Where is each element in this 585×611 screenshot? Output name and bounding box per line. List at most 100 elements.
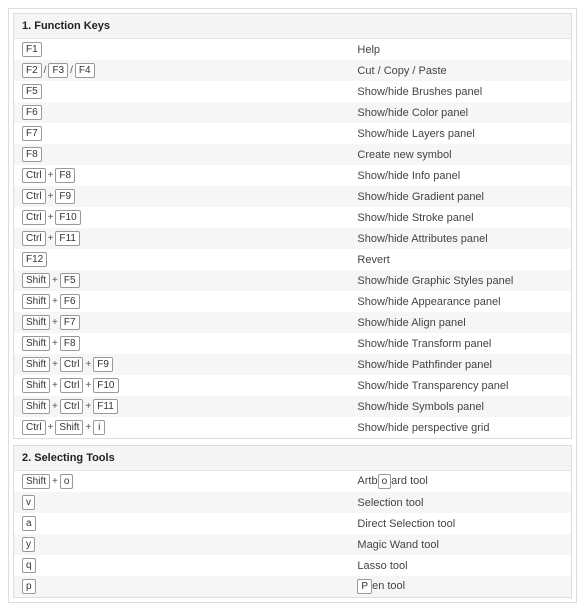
shortcut-row: Ctrl+F10Show/hide Stroke panel	[14, 207, 571, 228]
shortcut-keys: F5	[22, 84, 357, 99]
key-ctrl: Ctrl	[22, 168, 46, 183]
key-join: +	[85, 401, 91, 412]
shortcut-keys: F1	[22, 42, 357, 57]
shortcut-keys: F2/F3/F4	[22, 63, 357, 78]
key-ctrl: Ctrl	[22, 210, 46, 225]
key-f3: F3	[48, 63, 68, 78]
shortcut-description: Cut / Copy / Paste	[357, 65, 563, 77]
shortcut-keys: Ctrl+F11	[22, 231, 357, 246]
shortcut-description: Show/hide Brushes panel	[357, 86, 563, 98]
shortcut-row: Ctrl+F8Show/hide Info panel	[14, 165, 571, 186]
key-ctrl: Ctrl	[22, 231, 46, 246]
shortcut-keys: Shift+F6	[22, 294, 357, 309]
shortcut-row: F5 Show/hide Brushes panel	[14, 81, 571, 102]
key-shift: Shift	[22, 399, 50, 414]
shortcut-row: F6 Show/hide Color panel	[14, 102, 571, 123]
key-p: p	[22, 579, 36, 594]
key-f5: F5	[60, 273, 80, 288]
key-f2: F2	[22, 63, 42, 78]
key-v: v	[22, 495, 35, 510]
key-f12: F12	[22, 252, 47, 267]
key-shift: Shift	[55, 420, 83, 435]
shortcut-keys: F12	[22, 252, 357, 267]
shortcut-row: Shift+F5Show/hide Graphic Styles panel	[14, 270, 571, 291]
section: 1. Function KeysF1HelpF2/F3/F4Cut / Copy…	[13, 13, 572, 439]
shortcut-description: Revert	[357, 254, 563, 266]
shortcut-description: Show/hide Gradient panel	[357, 191, 563, 203]
key-f6: F6	[22, 105, 42, 120]
key-f11: F11	[93, 399, 118, 414]
shortcut-row: a Direct Selection tool	[14, 513, 571, 534]
key-a: a	[22, 516, 36, 531]
key-f8: F8	[22, 147, 42, 162]
shortcut-description: Show/hide Attributes panel	[357, 233, 563, 245]
shortcut-description: Help	[357, 44, 563, 56]
shortcut-description: Show/hide Graphic Styles panel	[357, 275, 563, 287]
shortcut-row: qLasso tool	[14, 555, 571, 576]
section: 2. Selecting ToolsShift+oArtboard toolvS…	[13, 445, 572, 598]
key-f5: F5	[22, 84, 42, 99]
shortcut-row: Shift+Ctrl+F11Show/hide Symbols panel	[14, 396, 571, 417]
key-join: +	[48, 233, 54, 244]
shortcut-description: Show/hide Info panel	[357, 170, 563, 182]
key-f4: F4	[75, 63, 95, 78]
shortcut-keys: Shift+o	[22, 474, 357, 489]
key-i: i	[93, 420, 105, 435]
shortcut-row: F1Help	[14, 39, 571, 60]
key-y: y	[22, 537, 35, 552]
key-join: +	[52, 338, 58, 349]
shortcut-keys: Ctrl+F9	[22, 189, 357, 204]
key-f6: F6	[60, 294, 80, 309]
shortcut-keys: Shift+F7	[22, 315, 357, 330]
shortcut-keys: Ctrl+F10	[22, 210, 357, 225]
shortcut-row: F7Show/hide Layers panel	[14, 123, 571, 144]
shortcut-reference: 1. Function KeysF1HelpF2/F3/F4Cut / Copy…	[8, 8, 577, 603]
key-join: +	[85, 359, 91, 370]
key-join: +	[52, 275, 58, 286]
key-shift: Shift	[22, 315, 50, 330]
key-o: o	[60, 474, 74, 489]
section-header: 2. Selecting Tools	[14, 446, 571, 471]
shortcut-description: Show/hide Pathfinder panel	[357, 359, 563, 371]
shortcut-keys: a	[22, 516, 357, 531]
shortcut-row: Ctrl+F9Show/hide Gradient panel	[14, 186, 571, 207]
key-join: +	[48, 212, 54, 223]
shortcut-description: Direct Selection tool	[357, 518, 563, 530]
key-join: +	[48, 170, 54, 181]
key-f7: F7	[60, 315, 80, 330]
shortcut-row: Shift+F7Show/hide Align panel	[14, 312, 571, 333]
key-join: +	[52, 401, 58, 412]
shortcut-keys: F8	[22, 147, 357, 162]
shortcut-description: Pen tool	[357, 579, 563, 594]
shortcut-description: Create new symbol	[357, 149, 563, 161]
shortcut-keys: Ctrl+Shift+i	[22, 420, 357, 435]
key-f9: F9	[55, 189, 75, 204]
shortcut-row: F2/F3/F4Cut / Copy / Paste	[14, 60, 571, 81]
shortcut-row: Shift+F6Show/hide Appearance panel	[14, 291, 571, 312]
shortcut-keys: Shift+Ctrl+F9	[22, 357, 357, 372]
shortcut-description: Show/hide Color panel	[357, 107, 563, 119]
shortcut-keys: Ctrl+F8	[22, 168, 357, 183]
shortcut-description: Show/hide Appearance panel	[357, 296, 563, 308]
key-shift: Shift	[22, 294, 50, 309]
shortcut-keys: q	[22, 558, 357, 573]
shortcut-row: yMagic Wand tool	[14, 534, 571, 555]
shortcut-description: Show/hide Align panel	[357, 317, 563, 329]
shortcut-keys: F7	[22, 126, 357, 141]
key-shift: Shift	[22, 336, 50, 351]
key-sep: /	[44, 65, 47, 76]
shortcut-keys: p	[22, 579, 357, 594]
key-shift: Shift	[22, 474, 50, 489]
key-join: +	[52, 296, 58, 307]
key-ctrl: Ctrl	[60, 399, 84, 414]
shortcut-description: Selection tool	[357, 497, 563, 509]
shortcut-row: Shift+oArtboard tool	[14, 471, 571, 492]
key-ctrl: Ctrl	[22, 189, 46, 204]
shortcut-description: Show/hide Transparency panel	[357, 380, 563, 392]
shortcut-row: Ctrl+F11Show/hide Attributes panel	[14, 228, 571, 249]
shortcut-row: p Pen tool	[14, 576, 571, 597]
shortcut-row: Shift+F8Show/hide Transform panel	[14, 333, 571, 354]
key-f10: F10	[93, 378, 118, 393]
shortcut-description: Show/hide Layers panel	[357, 128, 563, 140]
key-shift: Shift	[22, 357, 50, 372]
